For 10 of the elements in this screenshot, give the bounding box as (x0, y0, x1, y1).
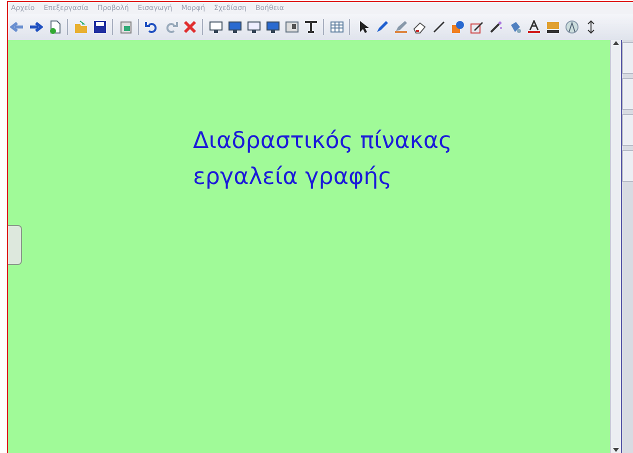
scroll-down-icon[interactable] (613, 447, 619, 453)
close-icon[interactable] (181, 18, 198, 36)
side-panel-handle[interactable] (8, 225, 22, 265)
vertical-scrollbar[interactable] (610, 40, 622, 453)
text-color-icon[interactable] (525, 18, 542, 36)
shapes-icon[interactable] (449, 18, 466, 36)
canvas-text: εργαλεία γραφής (193, 164, 393, 190)
canvas-text: Διαδραστικός πίνακας (193, 128, 454, 154)
save-icon[interactable] (91, 18, 108, 36)
text-frame-icon[interactable] (302, 18, 319, 36)
